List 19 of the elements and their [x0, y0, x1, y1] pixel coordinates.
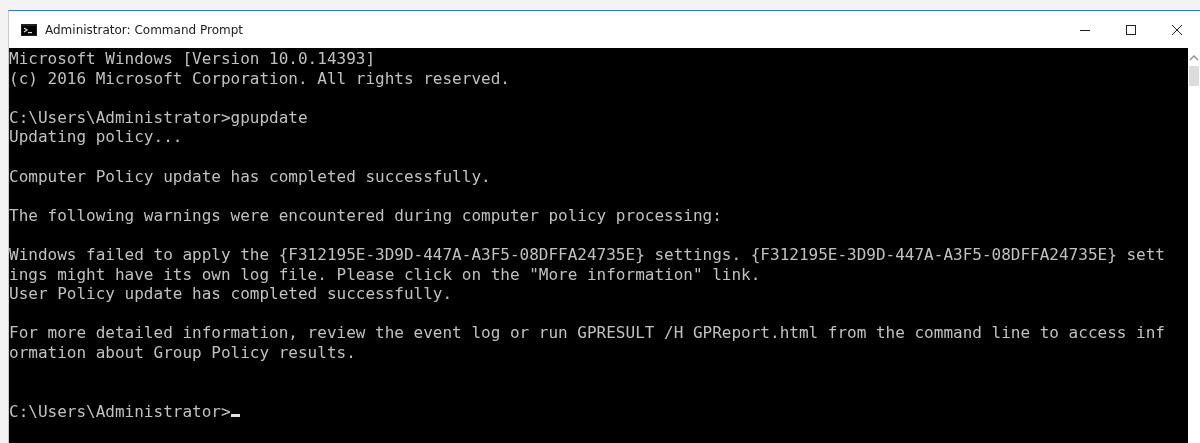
console-line: Windows failed to apply the {F312195E-3D9D-447A-A3F5-08DFFA24735E} settings. {F312195E-3D9D-447A-A3F5-08DFFA24735E} sett [9, 244, 1165, 265]
scroll-up-icon[interactable] [1189, 54, 1199, 61]
console-line: For more detailed information, review the event log or run GPRESULT /H GPReport.html from the command line to access inf [9, 323, 1165, 343]
command-prompt: C:\Users\Administrator> [9, 401, 231, 422]
maximize-icon[interactable] [1125, 23, 1137, 36]
console-icon [21, 23, 37, 36]
console-line: Computer Policy update has completed successfully. [9, 166, 491, 187]
console-line: The following warnings were encountered during computer policy processing: [9, 205, 722, 226]
console-line: User Policy update has completed successfully. [9, 284, 453, 304]
window-title: Administrator: Command Prompt [45, 22, 243, 37]
console-line: ings might have its own log file. Please click on the "More information" link. [9, 264, 761, 285]
console-line: C:\Users\Administrator>gpupdate [9, 107, 308, 128]
scrollbar-thumb[interactable] [1189, 66, 1199, 86]
console-line: ormation about Group Policy results. [9, 342, 356, 363]
close-icon[interactable] [1171, 23, 1183, 36]
console-line: (c) 2016 Microsoft Corporation. All rights reserved. [9, 68, 510, 89]
text-cursor [230, 414, 240, 418]
console-line: Updating policy... [9, 127, 183, 147]
console-line: Microsoft Windows [Version 10.0.14393] [9, 49, 376, 69]
